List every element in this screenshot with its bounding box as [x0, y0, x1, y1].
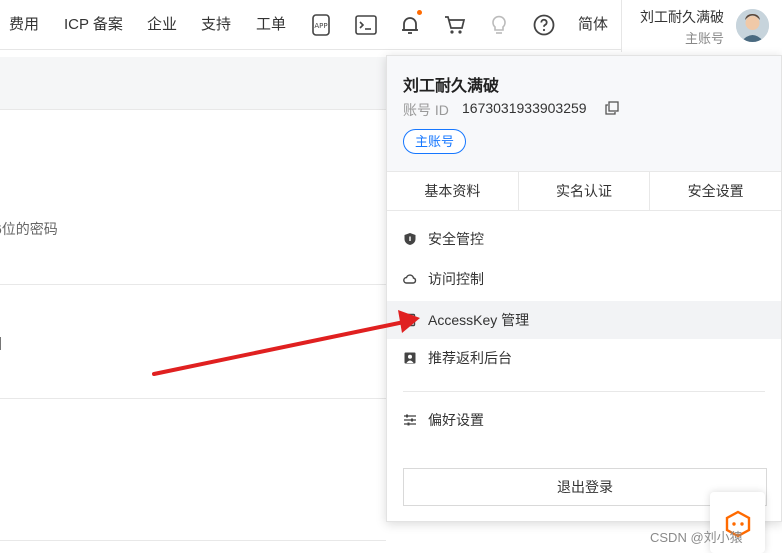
shield-icon	[403, 232, 417, 246]
menu-label: AccessKey 管理	[428, 312, 530, 328]
account-type-badge: 主账号	[403, 129, 467, 154]
account-name: 刘工耐久满破	[403, 78, 500, 95]
sliders-icon	[403, 413, 417, 427]
nav-ticket[interactable]: 工单	[256, 0, 286, 50]
avatar[interactable]	[736, 9, 769, 42]
lightbulb-icon[interactable]	[487, 13, 511, 37]
user-name: 刘工耐久满破	[640, 9, 724, 25]
account-id-value: 1673031933903259	[462, 100, 587, 116]
watermark-text: CSDN @刘小猿	[650, 530, 743, 545]
account-id-label: 账号 ID	[403, 102, 449, 118]
language-switch[interactable]: 简体	[578, 0, 608, 50]
app-icon[interactable]: APP	[309, 13, 333, 37]
section-divider	[0, 284, 386, 285]
menu-item-accesskey-management[interactable]: AccessKey 管理	[387, 301, 781, 339]
bell-icon[interactable]	[398, 13, 422, 37]
bracket-text: ]	[0, 334, 2, 350]
terminal-icon[interactable]	[354, 13, 378, 37]
menu-label: 推荐返利后台	[428, 350, 512, 366]
menu-item-preferences[interactable]: 偏好设置	[387, 401, 781, 439]
account-tabs: 基本资料 实名认证 安全设置	[387, 171, 781, 211]
account-dropdown-panel: 刘工耐久满破 账号 ID 1673031933903259 主账号 基本资料 实…	[386, 55, 782, 522]
nav-icp-filing[interactable]: ICP 备案	[64, 0, 123, 50]
top-navbar: 费用 ICP 备案 企业 支持 工单 APP 简体 刘工耐久满破 主账号	[0, 0, 782, 52]
notification-dot	[417, 10, 422, 15]
nav-support[interactable]: 支持	[201, 0, 231, 50]
help-icon[interactable]	[532, 13, 556, 37]
section-divider	[0, 540, 386, 541]
nav-enterprise[interactable]: 企业	[147, 0, 177, 50]
user-role: 主账号	[684, 31, 724, 46]
cloud-icon	[403, 272, 417, 286]
menu-divider	[403, 391, 765, 392]
menu-label: 偏好设置	[428, 412, 484, 428]
password-hint-text: 6位的密码	[0, 221, 58, 237]
portrait-icon	[403, 351, 417, 365]
copy-icon[interactable]	[605, 101, 619, 115]
menu-item-security-control[interactable]: 安全管控	[387, 220, 781, 258]
tab-basic-info[interactable]: 基本资料	[387, 172, 519, 210]
menu-item-access-control[interactable]: 访问控制	[387, 260, 781, 298]
key-icon	[403, 313, 417, 327]
user-menu-trigger[interactable]: 刘工耐久满破 主账号	[621, 0, 782, 52]
nav-billing[interactable]: 费用	[9, 0, 39, 50]
section-divider	[0, 398, 386, 399]
menu-label: 安全管控	[428, 231, 484, 247]
menu-label: 访问控制	[428, 271, 484, 287]
cart-icon[interactable]	[443, 13, 467, 37]
tab-real-name-auth[interactable]: 实名认证	[519, 172, 651, 210]
tab-security-settings[interactable]: 安全设置	[650, 172, 781, 210]
svg-text:APP: APP	[314, 22, 327, 30]
menu-item-referral-backend[interactable]: 推荐返利后台	[387, 339, 781, 377]
account-summary: 刘工耐久满破 账号 ID 1673031933903259 主账号	[387, 56, 781, 171]
